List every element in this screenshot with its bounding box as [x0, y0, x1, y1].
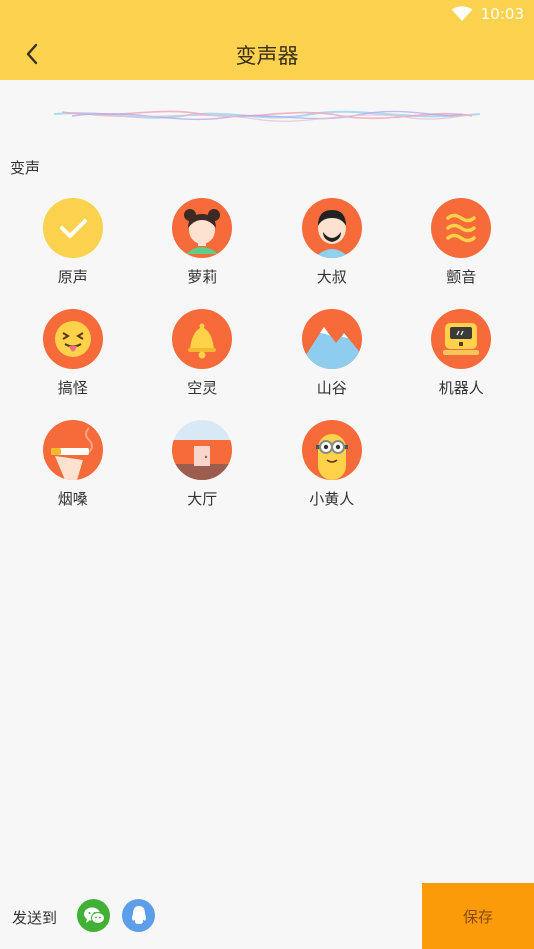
effect-valley[interactable]: 山谷 — [267, 309, 397, 398]
effect-label: 搞怪 — [57, 379, 88, 397]
waveform-graphic — [53, 110, 481, 122]
effect-label: 空灵 — [187, 379, 218, 397]
status-time: 10:03 — [480, 5, 524, 23]
effect-vibrato[interactable]: 颤音 — [397, 198, 527, 287]
effect-label: 山谷 — [316, 379, 347, 397]
effect-label: 大叔 — [316, 268, 347, 286]
minion-icon — [301, 420, 362, 480]
effect-minion[interactable]: 小黄人 — [267, 420, 397, 509]
cigarette-icon — [42, 420, 103, 480]
waves-icon — [431, 198, 492, 258]
wifi-icon — [451, 6, 473, 21]
effect-original[interactable]: 原声 — [8, 198, 138, 287]
effect-robot[interactable]: 机器人 — [397, 309, 527, 398]
bottom-bar: 发送到 保存 — [0, 883, 534, 949]
qq-icon — [131, 905, 146, 924]
effect-label: 大厅 — [187, 490, 218, 508]
effect-ethereal[interactable]: 空灵 — [138, 309, 268, 398]
wechat-icon — [83, 907, 105, 924]
bell-icon — [172, 309, 233, 369]
check-icon — [42, 198, 103, 258]
send-to-label: 发送到 — [12, 909, 58, 927]
section-title: 变声 — [10, 159, 41, 177]
tongue-face-icon — [42, 309, 103, 369]
voice-effect-grid: 原声 萝莉 大叔 颤音 搞怪 空灵 山谷 机器人 烟嗓 大厅 小黄人 — [8, 198, 526, 509]
robot-icon — [431, 309, 492, 369]
hall-icon — [172, 420, 233, 480]
save-button[interactable]: 保存 — [422, 883, 534, 949]
effect-funny[interactable]: 搞怪 — [8, 309, 138, 398]
effect-uncle[interactable]: 大叔 — [267, 198, 397, 287]
effect-smoky[interactable]: 烟嗓 — [8, 420, 138, 509]
effect-label: 原声 — [57, 268, 88, 286]
effect-hall[interactable]: 大厅 — [138, 420, 268, 509]
mountain-icon — [301, 309, 362, 369]
effect-label: 机器人 — [438, 379, 484, 397]
uncle-avatar-icon — [301, 198, 362, 258]
effect-loli[interactable]: 萝莉 — [138, 198, 268, 287]
effect-label: 烟嗓 — [57, 490, 88, 508]
girl-avatar-icon — [172, 198, 233, 258]
share-qq-button[interactable] — [122, 899, 155, 932]
effect-label: 萝莉 — [187, 268, 218, 286]
share-wechat-button[interactable] — [77, 899, 110, 932]
effect-label: 颤音 — [446, 268, 477, 286]
effect-label: 小黄人 — [309, 490, 355, 508]
page-title: 变声器 — [235, 44, 299, 68]
status-bar: 10:03 — [0, 0, 534, 28]
app-bar: 变声器 — [0, 28, 534, 80]
